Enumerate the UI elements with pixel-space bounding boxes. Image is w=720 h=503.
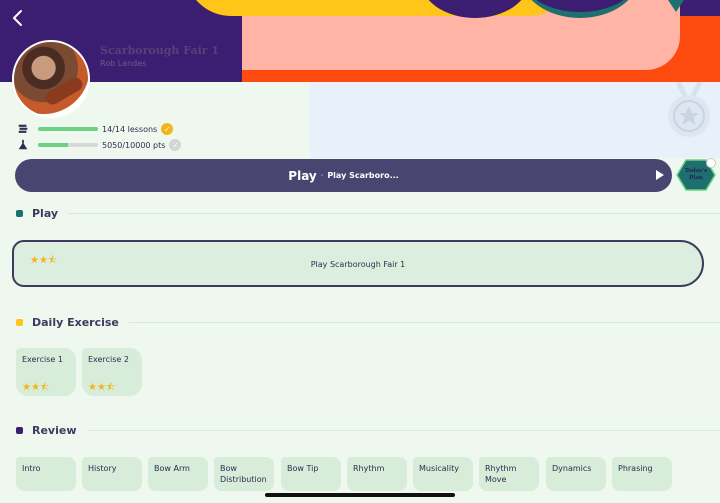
play-triangle-icon [656, 170, 664, 180]
todays-plan-button[interactable]: Today's Plan [676, 158, 716, 192]
lessons-stat: 14/14 lessons ✓ [16, 122, 174, 136]
section-square-icon [16, 319, 23, 326]
review-card-label: Bow Distribution [220, 464, 267, 484]
home-indicator[interactable] [265, 493, 455, 497]
play-button[interactable]: Play · Play Scarboro... [15, 159, 672, 192]
points-progress-bar [38, 143, 98, 147]
play-section-title: Play [32, 207, 59, 220]
back-chevron-icon[interactable] [8, 8, 28, 28]
song-artist: Rob Landes [100, 59, 147, 68]
star-icon: ★ [88, 382, 97, 393]
exercise-name: Exercise 2 [88, 355, 129, 364]
avatar [12, 40, 90, 118]
exercise-name: Exercise 1 [22, 355, 63, 364]
plan-label-line1: Today's [684, 168, 708, 174]
book-stack-icon [16, 122, 30, 136]
play-song-card[interactable]: ★ ★ ⯪ Play Scarborough Fair 1 [12, 240, 704, 287]
review-section-header: Review [16, 424, 720, 437]
play-song-label: Play Scarboro... [327, 171, 399, 180]
star-rating: ★ ★ ⯪ [22, 383, 49, 393]
level-icon [16, 138, 30, 152]
review-card-rhythm[interactable]: Rhythm [347, 457, 407, 491]
play-card-title: Play Scarborough Fair 1 [310, 260, 406, 269]
star-icon: ⯪ [105, 382, 116, 393]
daily-section-title: Daily Exercise [32, 316, 119, 329]
star-icon: ★ [96, 382, 106, 393]
review-card-bow-arm[interactable]: Bow Arm [148, 457, 208, 491]
review-card-dynamics[interactable]: Dynamics [546, 457, 606, 491]
review-card-phrasing[interactable]: Phrasing [612, 457, 672, 491]
review-card-label: Rhythm Move [485, 464, 517, 484]
check-circle-icon: ✓ [169, 139, 182, 151]
section-square-icon [16, 427, 23, 434]
lessons-progress-bar [38, 127, 98, 131]
review-card-label: Bow Arm [154, 464, 190, 473]
exercise-card[interactable]: Exercise 1 ★ ★ ⯪ [16, 348, 76, 396]
review-card-bow-tip[interactable]: Bow Tip [281, 457, 341, 491]
review-card-bow-distribution[interactable]: Bow Distribution [214, 457, 274, 491]
star-icon: ⯪ [39, 382, 50, 393]
daily-section-header: Daily Exercise [16, 316, 720, 329]
header-graphic [0, 0, 720, 82]
lessons-text: 14/14 lessons [102, 124, 158, 134]
plan-status-dot [706, 158, 716, 168]
review-card-label: Rhythm [353, 464, 385, 473]
review-card-label: Phrasing [618, 464, 653, 473]
plan-label-line2: Plan [689, 174, 703, 181]
review-card-label: Musicality [419, 464, 459, 473]
review-card-rhythm-move[interactable]: Rhythm Move [479, 457, 539, 491]
song-title: Scarborough Fair 1 [100, 44, 220, 57]
medal-icon [660, 80, 718, 142]
play-separator: · [320, 171, 324, 180]
review-card-history[interactable]: History [82, 457, 142, 491]
star-rating: ★ ★ ⯪ [88, 383, 115, 393]
review-card-label: Dynamics [552, 464, 592, 473]
review-card-intro[interactable]: Intro [16, 457, 76, 491]
exercise-card[interactable]: Exercise 2 ★ ★ ⯪ [82, 348, 142, 396]
points-text: 5050/10000 pts [102, 140, 166, 150]
play-section-header: Play [16, 207, 720, 220]
star-icon: ★ [22, 382, 31, 393]
review-card-label: Intro [22, 464, 41, 473]
points-stat: 5050/10000 pts ✓ [16, 138, 182, 152]
section-square-icon [16, 210, 23, 217]
content-panel [310, 82, 720, 158]
review-card-label: History [88, 464, 117, 473]
star-icon: ★ [30, 382, 40, 393]
review-card-label: Bow Tip [287, 464, 319, 473]
check-circle-icon: ✓ [161, 123, 174, 135]
review-section-title: Review [32, 424, 77, 437]
play-label: Play [288, 168, 317, 183]
review-card-musicality[interactable]: Musicality [413, 457, 473, 491]
